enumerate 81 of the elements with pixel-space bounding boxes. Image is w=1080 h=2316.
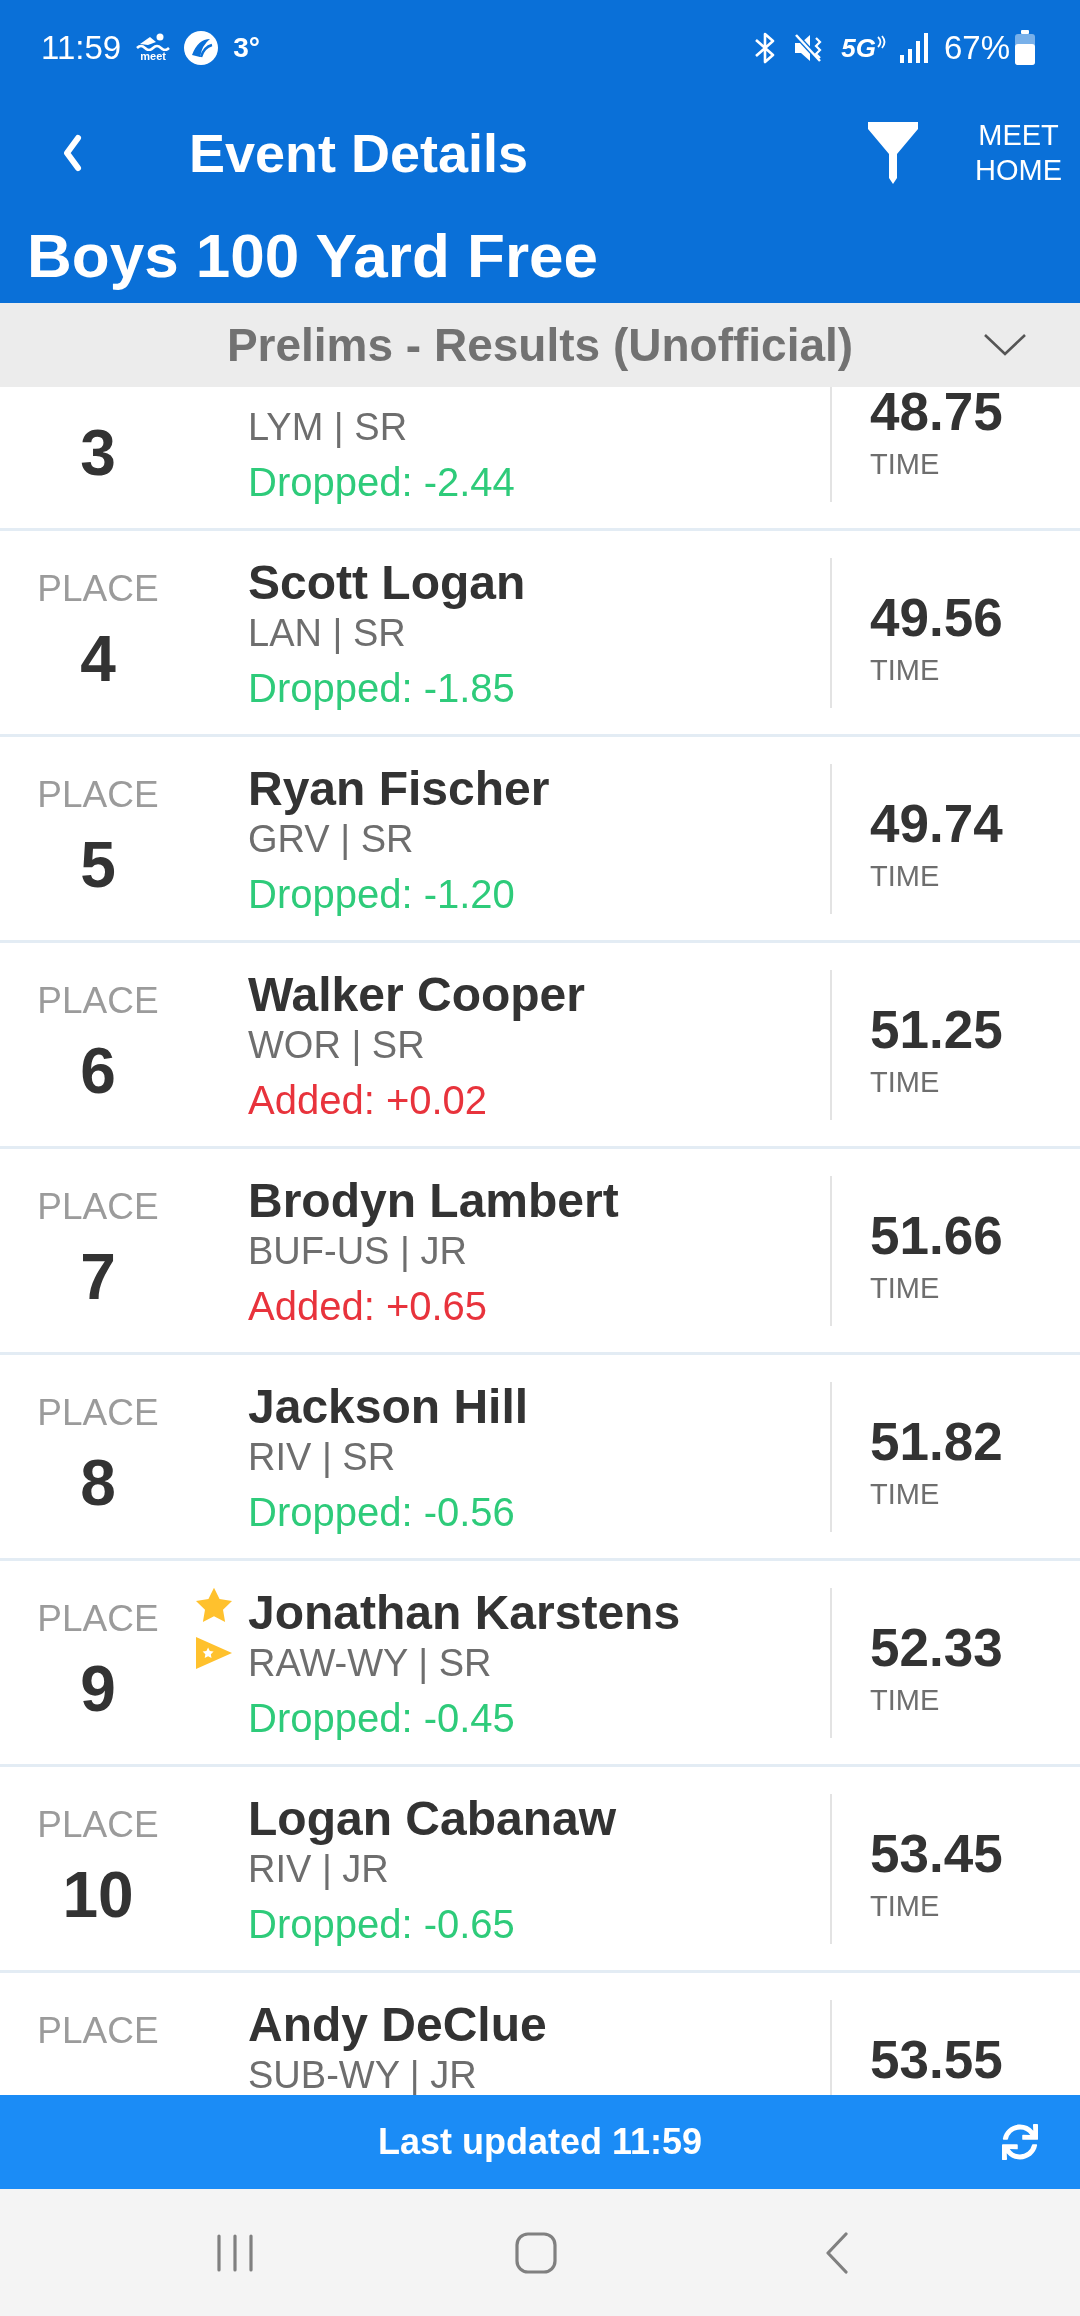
swimmer-name: Jackson Hill (248, 1382, 529, 1432)
place-label: PLACE (37, 1391, 159, 1435)
battery-percent-text: 67% (943, 31, 1010, 64)
swim-time: 51.82 (870, 1414, 1003, 1470)
round-dropdown[interactable]: Prelims - Results (Unofficial) (0, 303, 1080, 387)
network-type-text: 5G (841, 34, 876, 61)
place-number: 8 (80, 1446, 116, 1521)
swimmer-name: Ryan Fischer (248, 764, 550, 814)
recent-apps-icon (215, 2232, 255, 2273)
time-change-text: Dropped: -1.85 (248, 665, 515, 712)
time-label: TIME (870, 1889, 940, 1924)
clock-time: 11:59 (41, 31, 122, 64)
swim-time: 53.45 (870, 1826, 1003, 1882)
time-label: TIME (870, 447, 940, 482)
swimmer-name: Brodyn Lambert (248, 1176, 619, 1226)
swim-time: 51.25 (870, 1002, 1003, 1058)
time-label: TIME (870, 859, 940, 894)
home-icon (515, 2231, 557, 2274)
team-class-text: WOR | SR (248, 1026, 425, 1064)
place-number: 5 (80, 828, 116, 903)
swimmer-name: Scott Logan (248, 558, 526, 608)
time-label: TIME (870, 1065, 940, 1100)
signal-icon (899, 32, 930, 63)
time-label: TIME (870, 1683, 940, 1718)
team-class-text: BUF-US | JR (248, 1232, 467, 1270)
swim-time: 51.66 (870, 1208, 1003, 1264)
place-number: 10 (62, 1858, 134, 1933)
place-label: PLACE (37, 1185, 159, 1229)
place-number: 3 (80, 416, 116, 491)
swim-time: 49.74 (870, 796, 1003, 852)
time-label: TIME (870, 653, 940, 688)
place-label: PLACE (37, 567, 159, 611)
back-icon (825, 2231, 849, 2274)
result-row[interactable]: 3 LYM | SR Dropped: -2.44 48.75 TIME (0, 387, 1080, 531)
chevron-down-icon (983, 333, 1027, 357)
time-change-text: Dropped: -0.65 (248, 1901, 515, 1948)
team-class-text: LYM | SR (248, 408, 408, 446)
team-class-text: GRV | SR (248, 820, 414, 858)
home-button[interactable] (513, 2229, 559, 2276)
swim-time: 53.55 (870, 2032, 1003, 2088)
time-change-text: Dropped: -2.44 (248, 459, 515, 506)
team-class-text: LAN | SR (248, 614, 406, 652)
time-change-text: Dropped: -0.56 (248, 1489, 515, 1536)
place-label: PLACE (37, 2009, 159, 2053)
team-class-text: RIV | SR (248, 1438, 396, 1476)
swim-time: 52.33 (870, 1620, 1003, 1676)
time-label: TIME (870, 1477, 940, 1512)
circle-logo-icon (184, 30, 219, 65)
place-label: PLACE (37, 979, 159, 1023)
team-class-text: RAW-WY | SR (248, 1644, 492, 1682)
swimmer-name: Jonathan Karstens (248, 1588, 681, 1638)
swimmer-name: Logan Cabanaw (248, 1794, 617, 1844)
last-updated-text: Last updated 11:59 (377, 2124, 703, 2160)
place-number: 6 (80, 1034, 116, 1109)
swimmer-name: Andy DeClue (248, 2000, 547, 2050)
temperature-text: 3° (233, 33, 260, 62)
time-change-text: Dropped: -1.20 (248, 871, 515, 918)
meet-home-button[interactable]: MEET HOME (975, 117, 1062, 188)
place-number: 4 (80, 622, 116, 697)
swim-time: 48.75 (870, 387, 1003, 440)
pennant-star-icon (196, 1635, 232, 1671)
star-icon (196, 1587, 232, 1623)
time-change-text: Added: +0.65 (248, 1283, 488, 1330)
place-number: 7 (80, 1240, 116, 1315)
battery-icon (1014, 29, 1036, 66)
data-activity-icon (875, 34, 886, 49)
time-change-text: Added: +0.02 (248, 1077, 488, 1124)
place-label: PLACE (37, 1597, 159, 1641)
place-label: PLACE (37, 1803, 159, 1847)
refresh-icon (1002, 2124, 1038, 2160)
place-label: PLACE (37, 773, 159, 817)
swimmer-name: Walker Cooper (248, 970, 585, 1020)
time-label: TIME (870, 1271, 940, 1306)
place-number: 9 (80, 1652, 116, 1727)
chevron-left-icon (62, 133, 82, 172)
filter-icon (868, 121, 918, 184)
time-change-text: Dropped: -0.45 (248, 1695, 515, 1742)
page-title: Event Details (189, 125, 529, 180)
team-class-text: RIV | JR (248, 1850, 389, 1888)
swim-time: 49.56 (870, 590, 1003, 646)
refresh-button[interactable] (1000, 2122, 1040, 2162)
